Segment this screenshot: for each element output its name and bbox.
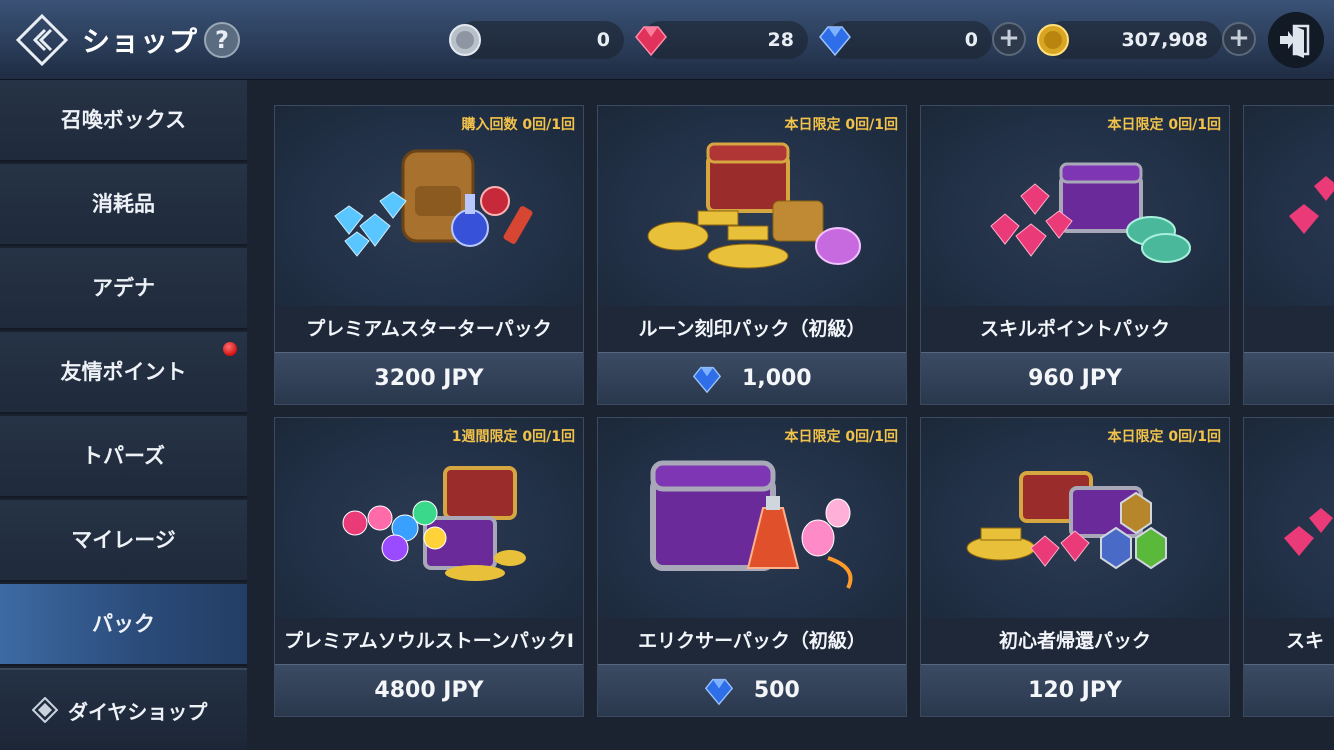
price-label: 4800 JPY bbox=[374, 678, 484, 703]
sidebar-item-pack[interactable]: パック bbox=[0, 584, 247, 666]
top-bar: ショップ ? 0 28 0 + 307,908 + bbox=[0, 0, 1334, 80]
buy-button[interactable]: 500 bbox=[598, 664, 906, 716]
product-name bbox=[1244, 306, 1334, 352]
page-title: ショップ bbox=[82, 25, 199, 58]
diamond-outline-icon bbox=[32, 697, 58, 723]
sidebar-item-friendship-points[interactable]: 友情ポイント bbox=[0, 332, 247, 414]
price-label: 1,000 bbox=[742, 366, 812, 391]
gold-amount: 307,908 bbox=[1121, 29, 1208, 51]
price-label: 500 bbox=[753, 678, 800, 703]
purple-chest-sp-coins-icon bbox=[990, 162, 1191, 263]
product-name: エリクサーパック（初級） bbox=[598, 618, 906, 664]
currency-silver: 0 bbox=[449, 21, 624, 59]
sidebar-item-label: 友情ポイント bbox=[60, 360, 187, 384]
product-image: 本日限定 0回/1回 bbox=[598, 106, 906, 306]
product-name-text: スキ bbox=[1286, 630, 1325, 652]
product-card-skill-point[interactable]: 本日限定 0回/1回 スキルポイントパック 960 JPY bbox=[920, 105, 1230, 405]
product-image: 本日限定 0回/1回 bbox=[598, 418, 906, 618]
buy-button[interactable]: 4800 JPY bbox=[275, 664, 583, 716]
product-name: ルーン刻印パック（初級） bbox=[598, 306, 906, 352]
price-label: 120 JPY bbox=[1028, 678, 1122, 703]
sidebar-item-label: トパーズ bbox=[82, 444, 165, 468]
sidebar-item-consumables[interactable]: 消耗品 bbox=[0, 164, 247, 246]
help-button[interactable]: ? bbox=[204, 22, 240, 58]
diamond-shop-button[interactable]: ダイヤショップ bbox=[0, 668, 247, 750]
gold-treasure-chest-icon bbox=[647, 142, 861, 269]
purchase-limit-label: 本日限定 0回/1回 bbox=[784, 117, 898, 133]
product-card-returner[interactable]: 本日限定 0回/1回 初心者帰還パック 120 JPY bbox=[920, 417, 1230, 717]
product-card-partial-bottom[interactable]: スキ bbox=[1243, 417, 1334, 717]
sidebar-item-adena[interactable]: アデナ bbox=[0, 248, 247, 330]
gold-coin-icon bbox=[1037, 24, 1069, 56]
blue-diamond-icon bbox=[693, 366, 722, 394]
sidebar-item-label: マイレージ bbox=[71, 528, 176, 552]
product-card-premium-starter[interactable]: 購入回数 0回/1回 プレミアムスターターパック 3200 JPY bbox=[274, 105, 584, 405]
purchase-limit-label: 本日限定 0回/1回 bbox=[1107, 117, 1221, 133]
returner-treasure-icon bbox=[966, 471, 1167, 570]
add-diamond-button[interactable]: + bbox=[992, 22, 1026, 56]
product-name: スキ bbox=[1244, 618, 1334, 664]
red-gem-amount: 28 bbox=[767, 29, 794, 51]
sidebar-item-label: アデナ bbox=[92, 276, 155, 300]
product-name: スキルポイントパック bbox=[921, 306, 1229, 352]
product-image: 本日限定 0回/1回 bbox=[921, 418, 1229, 618]
buy-button[interactable]: 3200 JPY bbox=[275, 352, 583, 404]
product-card-partial-top[interactable] bbox=[1243, 105, 1334, 405]
red-gems-icon bbox=[1284, 508, 1333, 556]
elixir-chest-icon bbox=[650, 460, 853, 589]
soulstones-chest-icon bbox=[342, 466, 526, 581]
currency-red-gem: 28 bbox=[635, 21, 808, 59]
sidebar-item-label: パック bbox=[92, 612, 155, 636]
product-grid: 購入回数 0回/1回 プレミアムスターターパック 3200 JPY 本日限定 0 bbox=[247, 80, 1334, 750]
sidebar-item-label: 召喚ボックス bbox=[60, 108, 187, 132]
product-card-premium-soulstone[interactable]: 1週間限定 0回/1回 プレミアムソウルストーンパックⅠ 4800 JPY bbox=[274, 417, 584, 717]
notification-dot bbox=[223, 342, 237, 356]
buy-button[interactable]: 1,000 bbox=[598, 352, 906, 404]
product-image: 1週間限定 0回/1回 bbox=[275, 418, 583, 618]
product-card-elixir[interactable]: 本日限定 0回/1回 エリクサーパック（初級） 500 bbox=[597, 417, 907, 717]
product-name: 初心者帰還パック bbox=[921, 618, 1229, 664]
price-label: 3200 JPY bbox=[374, 366, 484, 391]
product-image: 本日限定 0回/1回 bbox=[921, 106, 1229, 306]
product-image: 購入回数 0回/1回 bbox=[275, 106, 583, 306]
purchase-limit-label: 購入回数 0回/1回 bbox=[461, 117, 575, 133]
backpack-gems-potions-icon bbox=[334, 149, 533, 257]
buy-button[interactable] bbox=[1244, 664, 1334, 716]
blue-diamond-icon bbox=[819, 26, 851, 57]
red-gem-icon bbox=[635, 26, 667, 57]
diamond-shop-label: ダイヤショップ bbox=[68, 700, 208, 724]
back-icon[interactable] bbox=[16, 14, 68, 66]
currency-blue-diamond: 0 bbox=[819, 21, 992, 59]
product-name: プレミアムスターターパック bbox=[275, 306, 583, 352]
silver-coin-icon bbox=[449, 24, 481, 56]
buy-button[interactable] bbox=[1244, 352, 1334, 404]
sidebar-item-mileage[interactable]: マイレージ bbox=[0, 500, 247, 582]
purchase-limit-label: 1週間限定 0回/1回 bbox=[451, 429, 575, 445]
product-name: プレミアムソウルストーンパックⅠ bbox=[275, 618, 583, 664]
add-gold-button[interactable]: + bbox=[1222, 22, 1256, 56]
purchase-limit-label: 本日限定 0回/1回 bbox=[784, 429, 898, 445]
silver-amount: 0 bbox=[596, 29, 610, 51]
product-image bbox=[1244, 106, 1334, 306]
sidebar-item-summon-box[interactable]: 召喚ボックス bbox=[0, 80, 247, 162]
product-card-rune-engraving[interactable]: 本日限定 0回/1回 ルーン刻印パック（初級） 1,000 bbox=[597, 105, 907, 405]
price-label: 960 JPY bbox=[1028, 366, 1122, 391]
sidebar-item-label: 消耗品 bbox=[92, 192, 155, 216]
sidebar: 召喚ボックス 消耗品 アデナ 友情ポイント トパーズ マイレージ パック ダイヤ… bbox=[0, 80, 247, 750]
red-gems-icon bbox=[1289, 176, 1334, 234]
blue-diamond-amount: 0 bbox=[964, 29, 978, 51]
buy-button[interactable]: 960 JPY bbox=[921, 352, 1229, 404]
buy-button[interactable]: 120 JPY bbox=[921, 664, 1229, 716]
purchase-limit-label: 本日限定 0回/1回 bbox=[1107, 429, 1221, 445]
blue-diamond-icon bbox=[705, 678, 734, 706]
exit-icon[interactable] bbox=[1268, 12, 1324, 68]
product-image bbox=[1244, 418, 1334, 618]
sidebar-item-topaz[interactable]: トパーズ bbox=[0, 416, 247, 498]
currency-gold: 307,908 bbox=[1037, 21, 1222, 59]
